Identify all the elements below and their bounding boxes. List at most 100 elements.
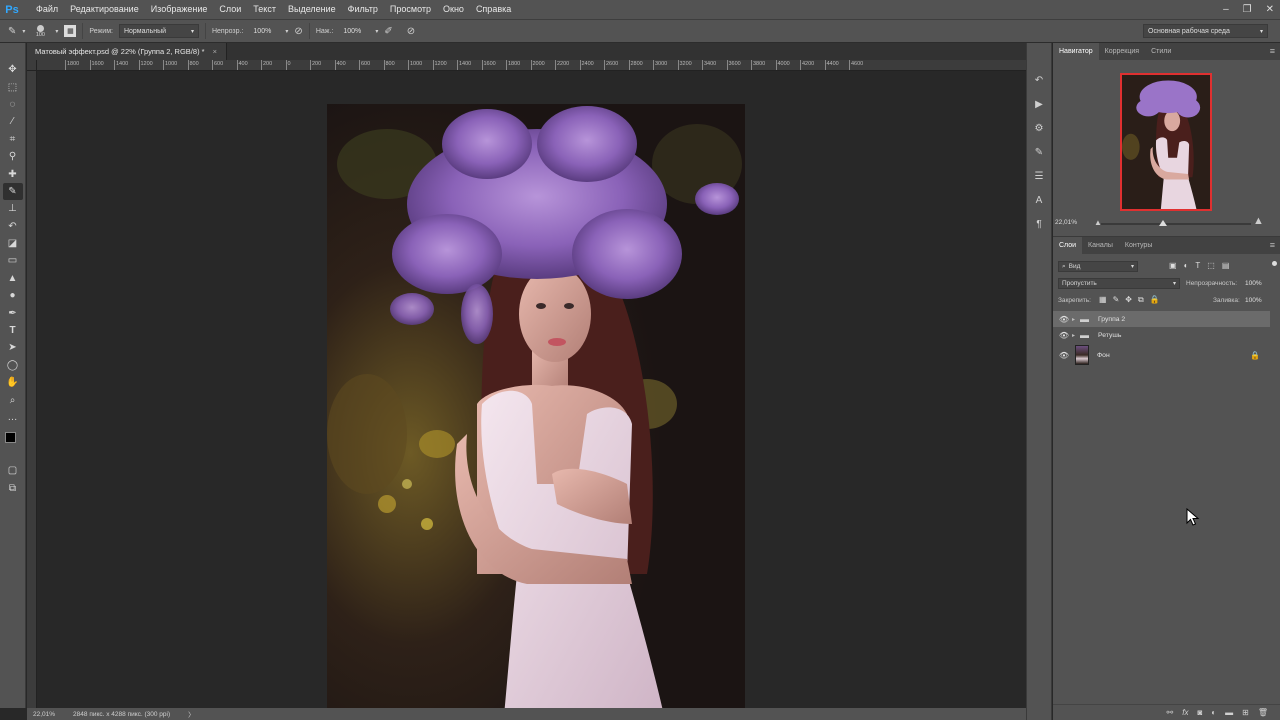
tab-navigator[interactable]: Навигатор [1053,43,1099,60]
new-adjustment-layer-icon[interactable]: ◐ [1211,708,1216,717]
character-icon[interactable]: A [1030,193,1048,208]
horizontal-ruler[interactable]: 1800 1600 1400 1200 1000 800 600 400 200 0 200 400 6… [37,60,1026,71]
menu-help[interactable]: Справка [470,0,517,19]
paragraph-icon[interactable]: ¶ [1030,217,1048,232]
shape-filter-icon[interactable]: ⬚ [1207,261,1215,270]
path-selection-icon[interactable]: ➤ [3,339,23,356]
add-mask-icon[interactable]: ◙ [1197,708,1202,717]
canvas-area[interactable] [37,71,1026,720]
blend-mode-select[interactable]: Пропустить ▾ [1058,278,1180,289]
more-tools-icon[interactable]: … [3,409,23,426]
properties-icon[interactable]: ⚙ [1030,121,1048,136]
brushes-icon[interactable]: ✎ [1030,145,1048,160]
navigator-zoom[interactable]: 22,01% [1055,219,1077,226]
lasso-icon[interactable]: ◌ [3,96,23,113]
brush-panel-icon[interactable]: ▦ [64,25,77,37]
eye-icon[interactable]: 👁 [1056,331,1072,340]
layer-row[interactable]: 👁 ▸ ▬ Ретушь [1053,327,1270,343]
vertical-ruler[interactable] [27,71,37,708]
link-layers-icon[interactable]: ⚯ [1167,708,1174,717]
layer-row[interactable]: 👁 Фон 🔒 [1053,343,1270,367]
menu-view[interactable]: Просмотр [384,0,437,19]
menu-filter[interactable]: Фильтр [342,0,384,19]
opacity-input[interactable]: 100% [249,24,279,38]
eraser-icon[interactable]: ◪ [3,235,23,252]
color-swatches[interactable] [3,430,23,454]
document-image[interactable] [327,104,745,720]
panel-menu-icon[interactable]: ≡ [1270,43,1275,60]
tab-adjustments[interactable]: Коррекция [1099,43,1145,60]
actions-icon[interactable]: ▶ [1030,97,1048,112]
dodge-icon[interactable]: ● [3,287,23,304]
quick-mask-icon[interactable]: ▢ [3,462,23,479]
delete-layer-icon[interactable]: 🗑 [1258,708,1268,717]
history-icon[interactable]: ↶ [1030,73,1048,88]
eye-icon[interactable]: 👁 [1056,315,1072,324]
lock-artboard-icon[interactable]: ⧉ [1138,295,1144,305]
blur-icon[interactable]: ▲ [3,270,23,287]
marquee-icon[interactable]: ⬚ [3,78,23,95]
brush-preset-picker[interactable]: 100 [31,24,49,38]
chevron-right-icon[interactable]: ▸ [1072,316,1080,323]
pressure-opacity-icon[interactable]: ⊘ [294,26,302,37]
zoom-slider-handle[interactable] [1159,220,1167,226]
menu-type[interactable]: Текст [247,0,282,19]
close-icon[interactable]: × [213,47,217,56]
navigator-zoom-slider[interactable] [1101,220,1251,226]
eyedropper-icon[interactable]: ⚲ [3,148,23,165]
menu-layers[interactable]: Слои [213,0,247,19]
filter-toggle-icon[interactable] [1272,261,1277,266]
layer-row[interactable]: 👁 ▸ ▬ Группа 2 [1053,311,1270,327]
menu-window[interactable]: Окно [437,0,470,19]
lock-all-icon[interactable]: 🔒 [1150,295,1160,305]
lock-position-icon[interactable]: ✥ [1125,295,1132,305]
magic-wand-icon[interactable]: ⁄ [3,113,23,130]
adjustments-icon[interactable]: ☰ [1030,169,1048,184]
chevron-down-icon[interactable]: ▾ [375,28,378,35]
foreground-color-swatch[interactable] [4,432,16,444]
maximize-icon[interactable]: ❐ [1243,4,1252,15]
menu-file[interactable]: Файл [30,0,64,19]
layer-style-icon[interactable]: fx [1182,708,1188,717]
adjustment-filter-icon[interactable]: ◐ [1184,261,1189,270]
eye-icon[interactable]: 👁 [1056,351,1072,360]
type-icon[interactable]: T [3,322,23,339]
ruler-corner[interactable] [27,60,37,71]
history-brush-icon[interactable]: ↶ [3,218,23,235]
menu-select[interactable]: Выделение [282,0,342,19]
screen-mode-icon[interactable]: ⧉ [3,480,23,497]
lock-pixels-icon[interactable]: ✎ [1113,295,1120,305]
menu-edit[interactable]: Редактирование [64,0,145,19]
minimize-icon[interactable]: – [1223,4,1229,15]
tab-paths[interactable]: Контуры [1119,237,1158,254]
pen-icon[interactable]: ✒ [3,304,23,321]
type-filter-icon[interactable]: T [1195,261,1200,270]
chevron-down-icon[interactable]: ▾ [55,28,58,35]
chevron-right-icon[interactable]: ▸ [1072,332,1080,339]
shape-icon[interactable]: ◯ [3,357,23,374]
hand-icon[interactable]: ✋ [3,374,23,391]
zoom-icon[interactable]: ⌕ [3,391,23,408]
close-icon[interactable]: ✕ [1266,4,1274,15]
move-icon[interactable]: ✥ [3,61,23,78]
brush-tool-icon[interactable]: ✎ [8,26,16,37]
status-zoom[interactable]: 22,01% [33,711,55,718]
tab-channels[interactable]: Каналы [1082,237,1119,254]
brush-icon[interactable]: ✎ [2,182,23,201]
mode-select[interactable]: Нормальный ▾ [118,24,199,38]
panel-menu-icon[interactable]: ≡ [1270,237,1275,254]
pixel-filter-icon[interactable]: ▣ [1169,261,1177,270]
zoom-in-icon[interactable]: ▲ [1253,215,1264,227]
pressure-size-icon[interactable]: ⊘ [407,26,415,37]
chevron-right-icon[interactable]: 〉 [188,709,195,719]
layer-opacity-input[interactable]: 100% [1245,280,1262,287]
gradient-icon[interactable]: ▭ [3,252,23,269]
navigator-thumbnail[interactable] [1120,73,1212,211]
lock-transparency-icon[interactable]: ▦ [1099,295,1107,305]
chevron-down-icon[interactable]: ▾ [22,28,25,35]
workspace-select[interactable]: Основная рабочая среда ▾ [1143,24,1268,38]
tab-layers[interactable]: Слои [1053,237,1083,254]
fill-input[interactable]: 100% [1245,297,1262,304]
crop-icon[interactable]: ⌗ [3,131,23,148]
chevron-down-icon[interactable]: ▾ [285,28,288,35]
